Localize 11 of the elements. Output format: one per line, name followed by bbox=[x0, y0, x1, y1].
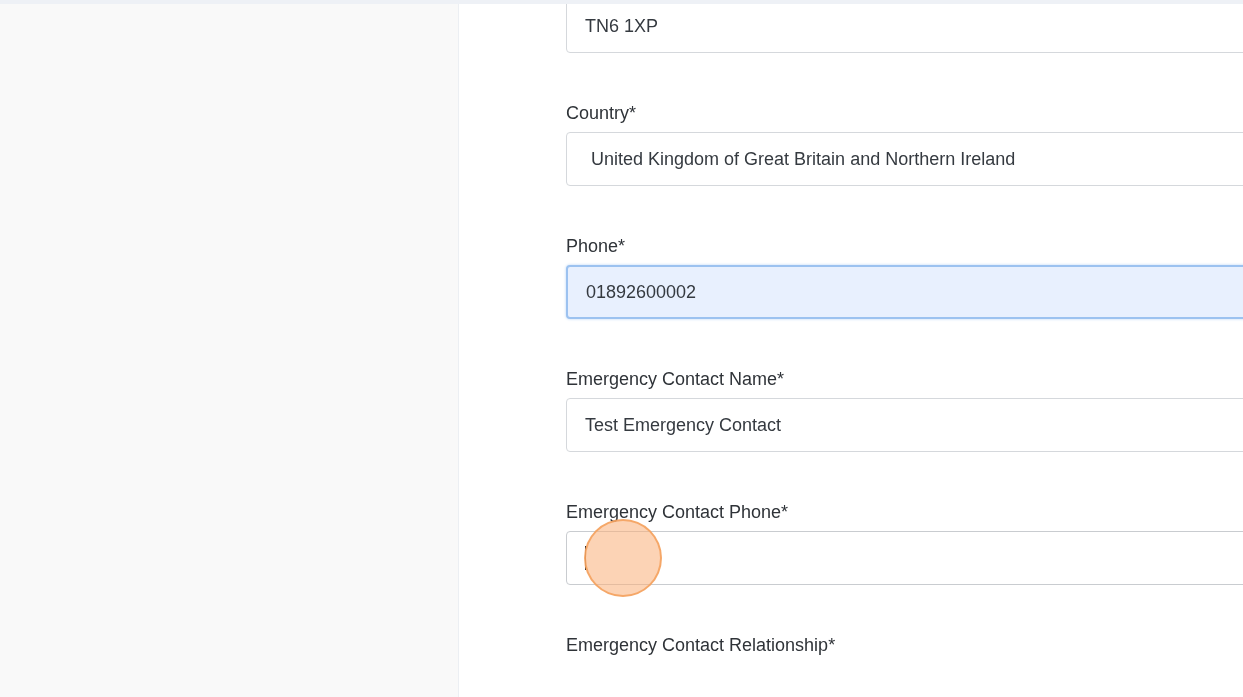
input-field[interactable]: Test Emergency Contact bbox=[566, 398, 1243, 452]
input-field[interactable]: TN6 1XP bbox=[566, 4, 1243, 53]
field-label: Emergency Contact Relationship* bbox=[566, 634, 837, 656]
field-label: Country* bbox=[566, 102, 638, 124]
input-field[interactable] bbox=[566, 531, 1243, 585]
field-label: Emergency Contact Name* bbox=[566, 368, 786, 390]
input-field[interactable]: United Kingdom of Great Britain and Northern Ireland bbox=[566, 132, 1243, 186]
input-field[interactable]: 01892600002 bbox=[566, 265, 1243, 319]
field-label: Emergency Contact Phone* bbox=[566, 501, 790, 523]
field-label: Phone* bbox=[566, 235, 627, 257]
text-cursor bbox=[585, 546, 586, 570]
